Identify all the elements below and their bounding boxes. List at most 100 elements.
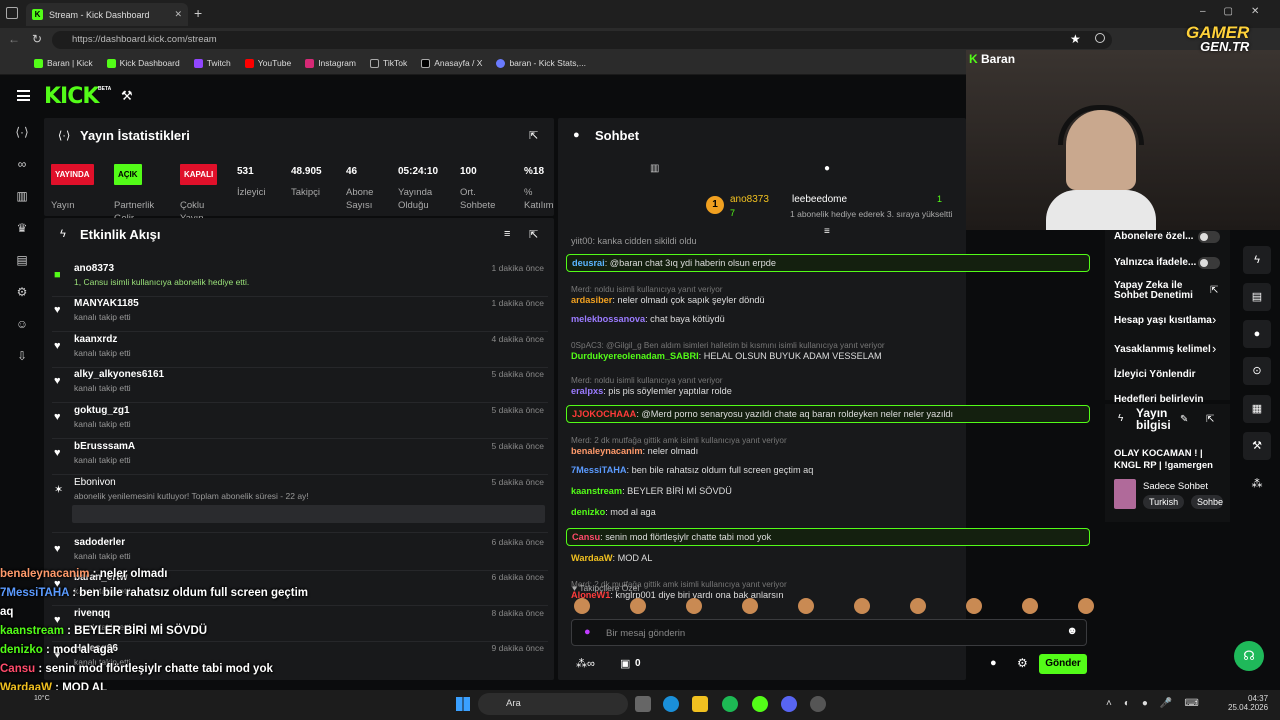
community-right-icon[interactable]: ⁂ (1243, 470, 1271, 498)
chat-input[interactable]: ● Bir mesaj gönderin ☻ (571, 619, 1087, 646)
favorite-star-icon[interactable]: ★ (1070, 32, 1081, 46)
new-tab-icon[interactable]: + (194, 5, 202, 21)
taskbar-search[interactable]: Ara (478, 693, 628, 715)
emote-icon[interactable] (798, 598, 814, 614)
edit-icon[interactable]: ✎ (1180, 414, 1188, 425)
chat-username[interactable]: WardaaW (571, 553, 613, 563)
emoji-icon[interactable]: ☻ (1066, 625, 1078, 637)
video-icon[interactable]: ▤ (15, 253, 29, 267)
emote-icon[interactable] (1022, 598, 1038, 614)
broadcast-icon[interactable]: ⟨·⟩ (15, 125, 29, 139)
chat-message[interactable]: Cansu: senin mod flörtleşiylr chatte tab… (566, 528, 1090, 546)
file-explorer-icon[interactable] (692, 696, 708, 712)
chat-username[interactable]: deusrai (572, 258, 605, 268)
bookmark-kick-stats[interactable]: baran - Kick Stats,... (496, 58, 586, 68)
wrench-icon[interactable]: ⚙ (15, 285, 29, 299)
spotify-icon[interactable] (722, 696, 738, 712)
tab-close-icon[interactable]: ✕ (174, 9, 182, 20)
chat-username[interactable]: JJOKOCHAAA (572, 409, 636, 419)
weather-widget[interactable]: 10°C (34, 695, 50, 702)
bookmark-tiktok[interactable]: TikTok (369, 58, 407, 68)
chevron-right-icon[interactable]: › (1212, 312, 1216, 327)
emote-only-toggle[interactable] (1198, 257, 1220, 269)
kick-app-icon[interactable] (752, 696, 768, 712)
chat-message[interactable]: melekbossanova: chat baya kötüydü (571, 314, 1089, 324)
url-input[interactable]: https://dashboard.kick.com/stream (52, 31, 1112, 49)
chat-emote-icon[interactable]: ● (990, 657, 997, 669)
community-icon[interactable]: ⁂∞ (576, 657, 595, 670)
chevron-right-icon[interactable]: › (1212, 341, 1216, 356)
ai-moderation-item[interactable]: Yapay Zeka ile Sohbet Denetimi (1114, 281, 1204, 301)
trophy-icon[interactable]: ♛ (15, 221, 29, 235)
notes-icon[interactable]: ▤ (1243, 283, 1271, 311)
mic-icon[interactable]: ● (584, 626, 591, 638)
chat-settings-icon[interactable]: ● (824, 163, 830, 174)
chat-message[interactable]: Durdukyereolenadam_SABRI: HELAL OLSUN BU… (571, 351, 1089, 361)
start-icon[interactable] (456, 697, 470, 711)
chat-username[interactable]: eralpxs (571, 386, 603, 396)
chat-username[interactable]: melekbossanova (571, 314, 645, 324)
filter-icon[interactable]: ≡ (504, 228, 510, 240)
kick-logo[interactable]: KICK (44, 84, 99, 109)
chat-username[interactable]: 7MessiTAHA (571, 465, 626, 475)
broadcast-toggle-icon[interactable]: ⊙ (1243, 357, 1271, 385)
points-icon[interactable]: ▣ (620, 657, 630, 670)
back-icon[interactable]: ← (8, 32, 20, 46)
emote-icon[interactable] (686, 598, 702, 614)
chat-username[interactable]: Cansu (572, 532, 600, 542)
users-icon[interactable]: ☺ (15, 317, 29, 331)
emote-icon[interactable] (910, 598, 926, 614)
window-controls[interactable]: –▢✕ (1200, 6, 1277, 17)
activity-popout-icon[interactable]: ⇱ (529, 228, 538, 241)
external-link-icon[interactable]: ⇱ (1210, 285, 1218, 296)
account-age-item[interactable]: Hesap yaşı kısıtlama (1114, 315, 1212, 326)
chat-username[interactable]: kaanstream (571, 486, 622, 496)
bookmark-x[interactable]: Anasayfa / X (421, 58, 482, 68)
edge-icon[interactable] (663, 696, 679, 712)
bookmark-kick-dashboard[interactable]: Kick Dashboard (106, 58, 180, 68)
upload-icon[interactable]: ⇩ (15, 349, 29, 363)
extension-icon[interactable] (1095, 33, 1105, 43)
chat-username[interactable]: denizko (571, 507, 605, 517)
popout-icon[interactable]: ⇱ (529, 129, 538, 142)
chat-message[interactable]: deusrai: @baran chat 3ıq ydi haberin ols… (566, 254, 1090, 272)
tag-turkish[interactable]: Turkish (1143, 495, 1185, 509)
chat-message[interactable]: 7MessiTAHA: ben bile rahatsız oldum full… (571, 465, 1089, 475)
category-name[interactable]: Sadece Sohbet (1143, 481, 1208, 492)
support-fab-icon[interactable]: ☊ (1234, 641, 1264, 671)
emote-icon[interactable] (574, 598, 590, 614)
chat-message[interactable]: ardasiber: neler olmadı çok sapık şeyler… (571, 295, 1089, 305)
chat-message[interactable]: denizko: mod al aga (571, 507, 1089, 517)
bookmark-youtube[interactable]: YouTube (244, 58, 291, 68)
bookmark-baran-kick[interactable]: Baran | Kick (34, 58, 93, 68)
chat-message[interactable]: JJOKOCHAAA: @Merd porno senaryosu yazıld… (566, 405, 1090, 423)
task-view-icon[interactable] (635, 696, 651, 712)
obs-icon[interactable] (810, 696, 826, 712)
discord-icon[interactable] (781, 696, 797, 712)
analytics-icon[interactable]: ▥ (15, 189, 29, 203)
chat-message[interactable]: AloneW1: knglrp001 diye biri vardı ona b… (571, 590, 1089, 600)
clock[interactable]: 04:37 25.04.2026 (1228, 694, 1268, 712)
trash-icon[interactable]: ▥ (650, 163, 659, 174)
emote-icon[interactable] (1078, 598, 1094, 614)
chat-message[interactable]: eralpxs: pis pis söylemler yaptılar rold… (571, 386, 1089, 396)
system-tray-icons[interactable]: ˄◐●🎤⌨ (1106, 698, 1211, 709)
chat-username[interactable]: Durdukyereolenadam_SABRI (571, 351, 699, 361)
chat-username[interactable]: ardasiber (571, 295, 612, 305)
layout-icon[interactable]: ▦ (1243, 395, 1271, 423)
tools-icon[interactable]: ⚒ (1243, 432, 1271, 460)
banned-words-item[interactable]: Yasaklanmış kelimel (1114, 344, 1211, 355)
chat-message[interactable]: kaanstream: BEYLER BİRİ Mİ SÖVDÜ (571, 486, 1089, 496)
goals-item[interactable]: Hedefleri belirleyin (1114, 394, 1203, 402)
link-icon[interactable]: ∞ (15, 157, 29, 171)
chat-message[interactable]: benaleynacanim: neler olmadı (571, 446, 1089, 456)
emote-icon[interactable] (854, 598, 870, 614)
tab-actions-icon[interactable] (6, 7, 18, 19)
emote-icon[interactable] (966, 598, 982, 614)
bookmark-instagram[interactable]: Instagram (305, 58, 356, 68)
quick-action-lightning-icon[interactable]: ϟ (1243, 246, 1271, 274)
bookmark-twitch[interactable]: Twitch (193, 58, 231, 68)
browser-tab[interactable]: K Stream - Kick Dashboard ✕ (26, 3, 188, 26)
sub-only-toggle[interactable] (1198, 231, 1220, 243)
reload-icon[interactable]: ↻ (32, 32, 42, 46)
